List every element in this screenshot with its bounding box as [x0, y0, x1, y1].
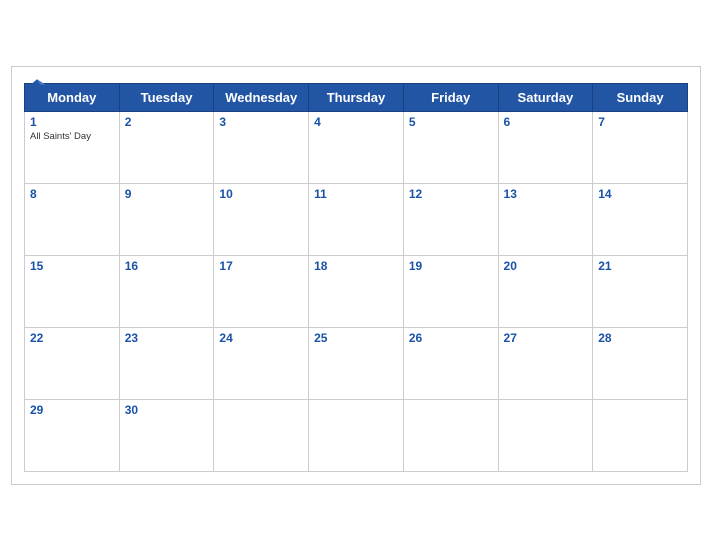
day-number: 14: [598, 187, 682, 201]
calendar-cell: [214, 399, 309, 471]
day-number: 8: [30, 187, 114, 201]
logo: [24, 77, 54, 104]
day-number: 28: [598, 331, 682, 345]
day-number: 12: [409, 187, 493, 201]
calendar-cell: 21: [593, 255, 688, 327]
logo-bird-icon: [26, 77, 48, 99]
calendar-cell: [593, 399, 688, 471]
calendar-cell: 11: [309, 183, 404, 255]
calendar-cell: 22: [25, 327, 120, 399]
calendar-cell: 7: [593, 111, 688, 183]
day-number: 15: [30, 259, 114, 273]
day-number: 27: [504, 331, 588, 345]
calendar-cell: 20: [498, 255, 593, 327]
calendar-table: MondayTuesdayWednesdayThursdayFridaySatu…: [24, 83, 688, 472]
calendar-cell: 14: [593, 183, 688, 255]
week-row-3: 15 16 17 18 19 20 21: [25, 255, 688, 327]
calendar-cell: [403, 399, 498, 471]
day-number: 29: [30, 403, 114, 417]
day-number: 24: [219, 331, 303, 345]
weekday-header-tuesday: Tuesday: [119, 83, 214, 111]
calendar-cell: 3: [214, 111, 309, 183]
day-number: 18: [314, 259, 398, 273]
day-number: 5: [409, 115, 493, 129]
day-number: 6: [504, 115, 588, 129]
week-row-5: 29 30: [25, 399, 688, 471]
holiday-label: All Saints' Day: [30, 131, 114, 142]
day-number: 2: [125, 115, 209, 129]
day-number: 1: [30, 115, 114, 129]
weekday-header-row: MondayTuesdayWednesdayThursdayFridaySatu…: [25, 83, 688, 111]
calendar-cell: 12: [403, 183, 498, 255]
week-row-4: 22 23 24 25 26 27 28: [25, 327, 688, 399]
day-number: 23: [125, 331, 209, 345]
calendar-cell: 23: [119, 327, 214, 399]
calendar-cell: 27: [498, 327, 593, 399]
day-number: 16: [125, 259, 209, 273]
day-number: 22: [30, 331, 114, 345]
calendar-cell: 6: [498, 111, 593, 183]
calendar-cell: 8: [25, 183, 120, 255]
day-number: 11: [314, 187, 398, 201]
calendar-cell: 18: [309, 255, 404, 327]
calendar-cell: 24: [214, 327, 309, 399]
calendar-body: 1All Saints' Day234567891011121314151617…: [25, 111, 688, 471]
day-number: 3: [219, 115, 303, 129]
weekday-header-thursday: Thursday: [309, 83, 404, 111]
calendar-thead: MondayTuesdayWednesdayThursdayFridaySatu…: [25, 83, 688, 111]
day-number: 17: [219, 259, 303, 273]
day-number: 13: [504, 187, 588, 201]
calendar-container: MondayTuesdayWednesdayThursdayFridaySatu…: [11, 66, 701, 485]
calendar-cell: 26: [403, 327, 498, 399]
day-number: 30: [125, 403, 209, 417]
day-number: 20: [504, 259, 588, 273]
calendar-cell: 13: [498, 183, 593, 255]
calendar-cell: 25: [309, 327, 404, 399]
calendar-cell: 4: [309, 111, 404, 183]
calendar-cell: [309, 399, 404, 471]
day-number: 19: [409, 259, 493, 273]
calendar-cell: 17: [214, 255, 309, 327]
calendar-cell: 2: [119, 111, 214, 183]
calendar-cell: 28: [593, 327, 688, 399]
day-number: 21: [598, 259, 682, 273]
day-number: 9: [125, 187, 209, 201]
calendar-cell: 10: [214, 183, 309, 255]
calendar-cell: 1 All Saints' Day: [25, 111, 120, 183]
calendar-cell: 5: [403, 111, 498, 183]
calendar-cell: 19: [403, 255, 498, 327]
day-number: 25: [314, 331, 398, 345]
day-number: 26: [409, 331, 493, 345]
calendar-cell: 15: [25, 255, 120, 327]
week-row-1: 1 All Saints' Day 234567: [25, 111, 688, 183]
day-number: 10: [219, 187, 303, 201]
calendar-cell: [498, 399, 593, 471]
weekday-header-wednesday: Wednesday: [214, 83, 309, 111]
weekday-header-saturday: Saturday: [498, 83, 593, 111]
calendar-cell: 9: [119, 183, 214, 255]
weekday-header-sunday: Sunday: [593, 83, 688, 111]
day-number: 7: [598, 115, 682, 129]
calendar-cell: 29: [25, 399, 120, 471]
week-row-2: 89 10 11 12 13 14: [25, 183, 688, 255]
calendar-cell: 30: [119, 399, 214, 471]
day-number: 4: [314, 115, 398, 129]
calendar-cell: 16: [119, 255, 214, 327]
weekday-header-friday: Friday: [403, 83, 498, 111]
logo-area: [24, 77, 54, 104]
